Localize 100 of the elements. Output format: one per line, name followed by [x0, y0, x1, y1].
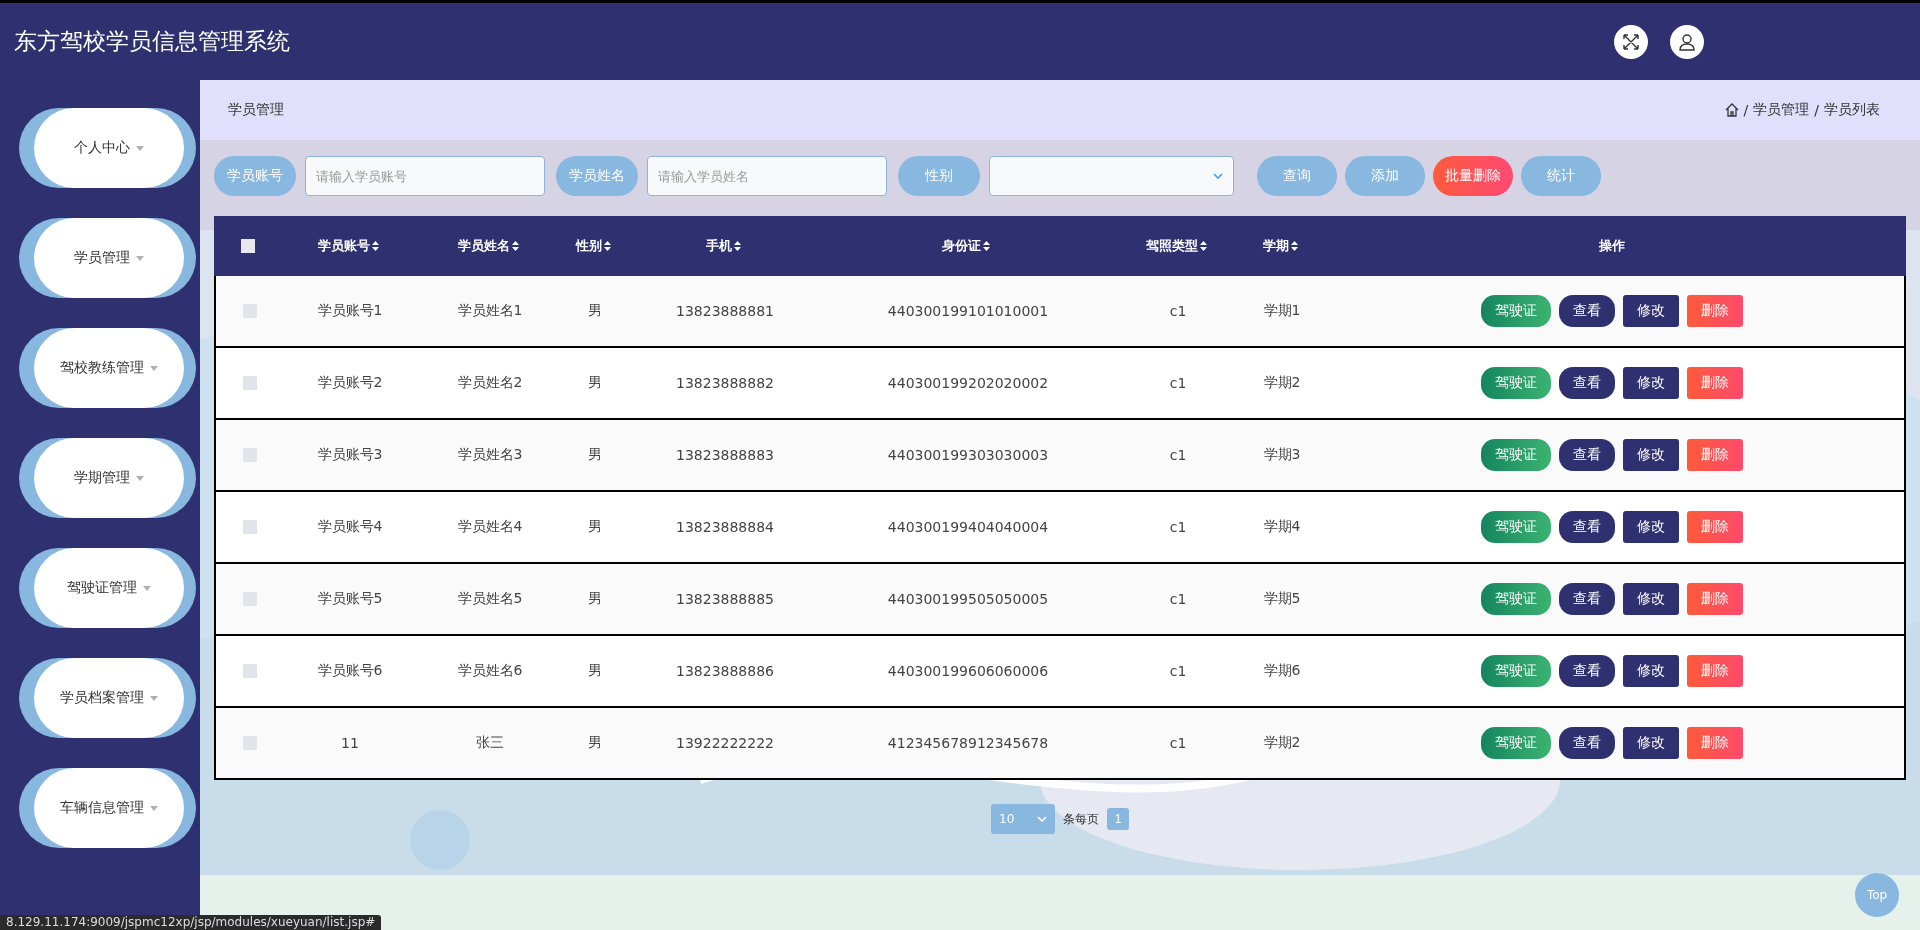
- table-cell: c1: [1169, 735, 1187, 751]
- chevron-icon: [1213, 173, 1223, 179]
- row-checkbox[interactable]: [243, 664, 257, 678]
- column-header[interactable]: 性别: [575, 237, 602, 255]
- action-button[interactable]: 修改: [1623, 511, 1679, 543]
- page-size-label: 条每页: [1063, 810, 1099, 828]
- sort-icon[interactable]: [1199, 241, 1207, 251]
- table-cell: 男: [588, 446, 602, 462]
- action-button[interactable]: 修改: [1623, 583, 1679, 615]
- sidebar-item[interactable]: 学员档案管理: [19, 658, 196, 738]
- sidebar-item-label[interactable]: 学员档案管理: [60, 689, 144, 707]
- table-cell: 11: [341, 735, 359, 751]
- table-cell: 男: [588, 662, 602, 678]
- chevron-icon: [1037, 816, 1047, 822]
- field-label: 性别: [898, 156, 980, 196]
- caret-icon: [150, 365, 158, 371]
- column-header[interactable]: 学员账号: [317, 237, 370, 255]
- sort-icon[interactable]: [733, 241, 741, 251]
- sidebar-item[interactable]: 驾校教练管理: [19, 328, 196, 408]
- caret-icon: [150, 695, 158, 701]
- table-cell: 学期2: [1263, 734, 1301, 750]
- column-header[interactable]: 学期: [1262, 237, 1289, 255]
- action-button[interactable]: 修改: [1623, 439, 1679, 471]
- table-cell: 440300199303030003: [887, 447, 1049, 463]
- select-all-checkbox[interactable]: [241, 239, 255, 253]
- action-button[interactable]: 修改: [1623, 655, 1679, 687]
- action-button[interactable]: 修改: [1623, 367, 1679, 399]
- action-button[interactable]: 查看: [1559, 655, 1615, 687]
- table-cell: 13823888884: [676, 519, 774, 535]
- column-header[interactable]: 身份证: [942, 237, 981, 255]
- fullscreen-icon[interactable]: [1614, 24, 1648, 59]
- action-button[interactable]: 查看: [1559, 511, 1615, 543]
- sidebar-item-label[interactable]: 驾驶证管理: [67, 579, 137, 597]
- table-cell: 男: [588, 518, 602, 534]
- table-cell: 男: [588, 374, 602, 390]
- breadcrumb-link[interactable]: 学员列表: [1824, 101, 1880, 119]
- table-cell: 学员账号6: [317, 662, 383, 678]
- action-button[interactable]: 修改: [1623, 727, 1679, 759]
- row-checkbox[interactable]: [243, 376, 257, 390]
- column-header: 操作: [1599, 237, 1625, 255]
- sidebar-item-label[interactable]: 驾校教练管理: [60, 359, 144, 377]
- sidebar-item-label[interactable]: 个人中心: [74, 139, 130, 157]
- sort-icon[interactable]: [511, 241, 519, 251]
- table-cell: 学员姓名2: [457, 374, 523, 390]
- row-checkbox[interactable]: [243, 520, 257, 534]
- column-header[interactable]: 驾照类型: [1145, 237, 1198, 255]
- table-cell: 学员姓名6: [457, 662, 523, 678]
- table-cell: 13823888882: [676, 375, 774, 391]
- action-button[interactable]: 查看: [1559, 439, 1615, 471]
- sidebar-item[interactable]: 车辆信息管理: [19, 768, 196, 848]
- sidebar-item[interactable]: 学期管理: [19, 438, 196, 518]
- sidebar-item-label[interactable]: 学期管理: [74, 469, 130, 487]
- action-button[interactable]: 修改: [1623, 295, 1679, 327]
- sidebar-item-label[interactable]: 学员管理: [74, 249, 130, 267]
- sidebar-item[interactable]: 学员管理: [19, 218, 196, 298]
- table-cell: c1: [1169, 375, 1187, 391]
- row-checkbox[interactable]: [243, 448, 257, 462]
- table-cell: 440300199606060006: [887, 663, 1049, 679]
- table-cell: 13823888881: [676, 303, 774, 319]
- sidebar-item[interactable]: 个人中心: [19, 108, 196, 188]
- input-field[interactable]: 请输入学员账号: [305, 156, 545, 196]
- table-cell: 13823888886: [676, 663, 774, 679]
- sidebar-item[interactable]: 驾驶证管理: [19, 548, 196, 628]
- column-header[interactable]: 手机: [705, 237, 732, 255]
- breadcrumb-separator: /: [1814, 102, 1819, 118]
- table-cell: 学期3: [1263, 446, 1301, 462]
- table-cell: 学员账号5: [317, 590, 383, 606]
- table-cell: 412345678912345678: [887, 735, 1049, 751]
- table-cell: c1: [1169, 663, 1187, 679]
- action-button[interactable]: 查看: [1559, 727, 1615, 759]
- action-button[interactable]: 查看: [1559, 367, 1615, 399]
- sidebar-item-label[interactable]: 车辆信息管理: [60, 799, 144, 817]
- table-cell: 学员姓名4: [457, 518, 523, 534]
- table-cell: 13823888883: [676, 447, 774, 463]
- home-icon[interactable]: [1724, 103, 1739, 117]
- sort-icon[interactable]: [603, 241, 611, 251]
- table-cell: 学员姓名3: [457, 446, 523, 462]
- column-header[interactable]: 学员姓名: [457, 237, 510, 255]
- row-checkbox[interactable]: [243, 592, 257, 606]
- input-field[interactable]: 请输入学员姓名: [647, 156, 887, 196]
- select-field[interactable]: [989, 156, 1234, 196]
- row-checkbox[interactable]: [243, 304, 257, 318]
- row-checkbox[interactable]: [243, 736, 257, 750]
- table-cell: 13823888885: [676, 591, 774, 607]
- action-button[interactable]: 查看: [1559, 583, 1615, 615]
- user-icon[interactable]: [1670, 24, 1704, 59]
- table-cell: 440300199101010001: [887, 303, 1049, 319]
- table-cell: 学员账号4: [317, 518, 383, 534]
- table-cell: c1: [1169, 591, 1187, 607]
- action-button[interactable]: 查看: [1559, 295, 1615, 327]
- table-cell: 学员账号2: [317, 374, 383, 390]
- table-cell: 学员姓名5: [457, 590, 523, 606]
- table-cell: c1: [1169, 519, 1187, 535]
- table-cell: 学期4: [1263, 518, 1301, 534]
- app-title: 东方驾校学员信息管理系统: [14, 27, 291, 56]
- table-cell: 学员姓名1: [457, 302, 523, 318]
- sort-icon[interactable]: [1290, 241, 1298, 251]
- sort-icon[interactable]: [371, 241, 379, 251]
- breadcrumb-link[interactable]: 学员管理: [1753, 101, 1810, 119]
- sort-icon[interactable]: [983, 241, 990, 251]
